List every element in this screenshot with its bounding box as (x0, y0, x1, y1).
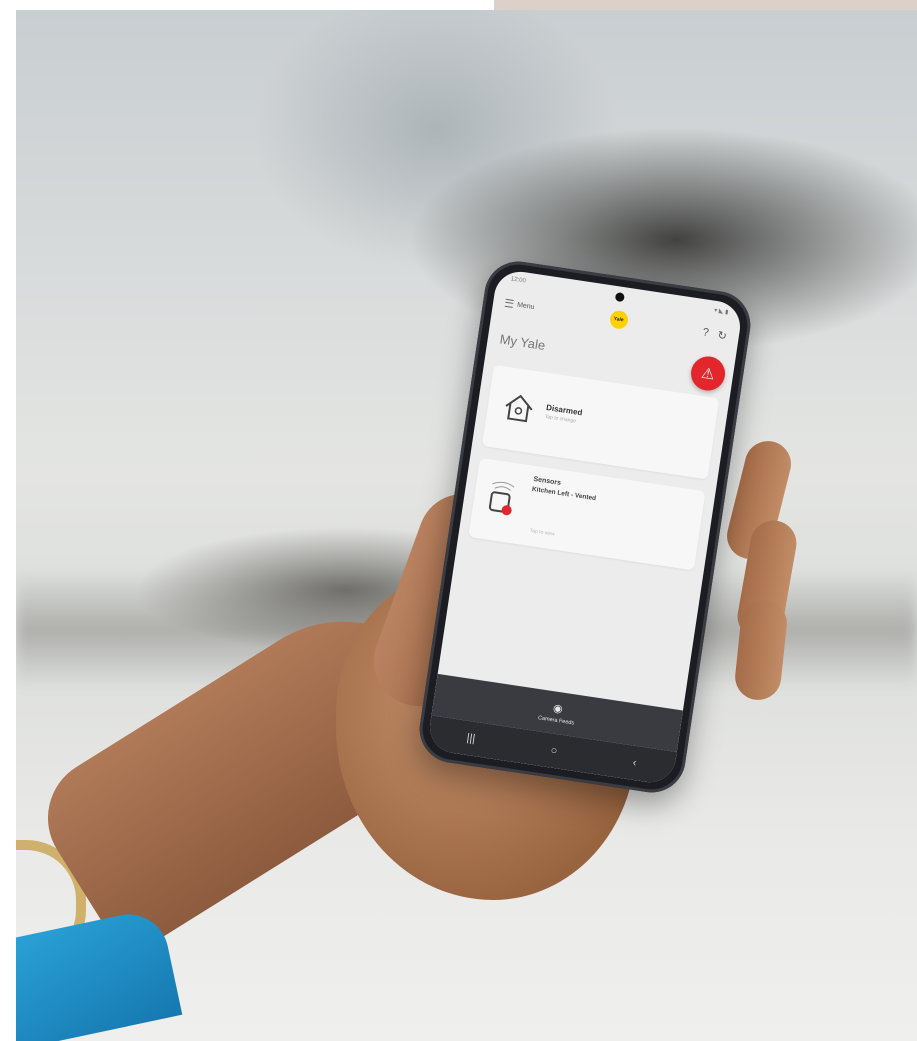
menu-button[interactable]: Menu (504, 298, 535, 311)
sensor-icon (488, 481, 515, 516)
page-title: My Yale (498, 331, 547, 354)
refresh-icon[interactable]: ↻ (717, 328, 728, 342)
camera-feeds-label: Camera Feeds (537, 714, 575, 727)
siren-icon: ⚠ (700, 364, 716, 384)
sensors-card[interactable]: Sensors Kitchen Left - Vented Tap to vie… (468, 457, 706, 571)
yale-logo: Yale (608, 309, 629, 330)
status-icons: ▾ ◣ ▮ (713, 307, 729, 316)
help-icon[interactable]: ? (702, 326, 710, 340)
hamburger-icon (504, 298, 514, 308)
back-button[interactable]: ‹ (632, 757, 637, 769)
home-button[interactable]: ○ (550, 744, 558, 757)
top-color-band (494, 0, 917, 10)
sensors-subtitle: Tap to view (529, 527, 556, 538)
camera-icon: ◉ (552, 701, 564, 716)
status-time: 12:00 (510, 276, 527, 285)
house-icon (505, 394, 533, 423)
recents-button[interactable]: ||| (466, 732, 476, 745)
panic-alarm-button[interactable]: ⚠ (688, 354, 728, 393)
menu-label: Menu (516, 301, 535, 311)
